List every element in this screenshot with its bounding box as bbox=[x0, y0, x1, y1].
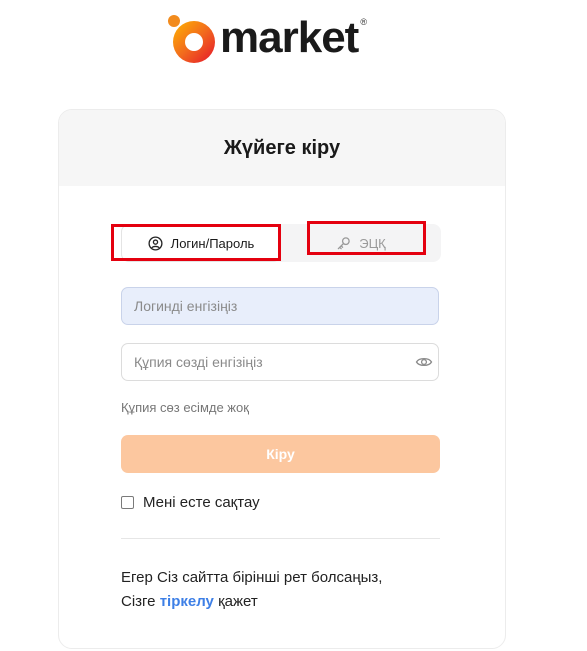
login-card-header: Жүйеге кіру bbox=[59, 110, 505, 186]
market-logo-icon bbox=[166, 12, 218, 64]
register-link[interactable]: тіркелу bbox=[160, 593, 214, 610]
user-circle-icon bbox=[148, 235, 163, 251]
first-time-notice: Егер Сіз сайтта бірінші рет болсаңыз, Сі… bbox=[121, 566, 382, 614]
login-title: Жүйеге кіру bbox=[223, 136, 341, 159]
brand-name: market bbox=[220, 13, 359, 62]
tab-login-password-label: Логин/Пароль bbox=[170, 235, 255, 251]
password-input[interactable] bbox=[121, 343, 439, 381]
remember-me-checkbox[interactable] bbox=[121, 496, 134, 509]
login-submit-button[interactable]: Кіру bbox=[121, 435, 440, 473]
remember-me[interactable]: Мені есте сақтау bbox=[121, 494, 260, 511]
first-time-line1: Егер Сіз сайтта бірінші рет болсаңыз, bbox=[121, 569, 383, 586]
login-card: Жүйеге кіру Логин/Пароль ЭЦҚ Логинді енг… bbox=[58, 109, 506, 649]
tab-login-password[interactable]: Логин/Пароль bbox=[121, 224, 281, 262]
tab-eds-label: ЭЦҚ bbox=[359, 235, 386, 251]
login-method-tabs: Логин/Пароль ЭЦҚ bbox=[121, 224, 441, 262]
key-icon bbox=[336, 236, 351, 251]
registered-mark: ® bbox=[360, 17, 367, 27]
login-input[interactable] bbox=[121, 287, 439, 325]
eye-icon[interactable] bbox=[415, 354, 433, 370]
tab-eds[interactable]: ЭЦҚ bbox=[281, 224, 441, 262]
first-time-line2-before: Сізге bbox=[121, 593, 156, 610]
remember-me-label: Мені есте сақтау bbox=[143, 494, 260, 511]
first-time-line2-after: қажет bbox=[218, 593, 258, 610]
forgot-password-link[interactable]: Құпия сөз есімде жоқ bbox=[121, 400, 249, 415]
divider bbox=[121, 538, 440, 539]
brand-logo[interactable]: market ® bbox=[166, 10, 367, 66]
